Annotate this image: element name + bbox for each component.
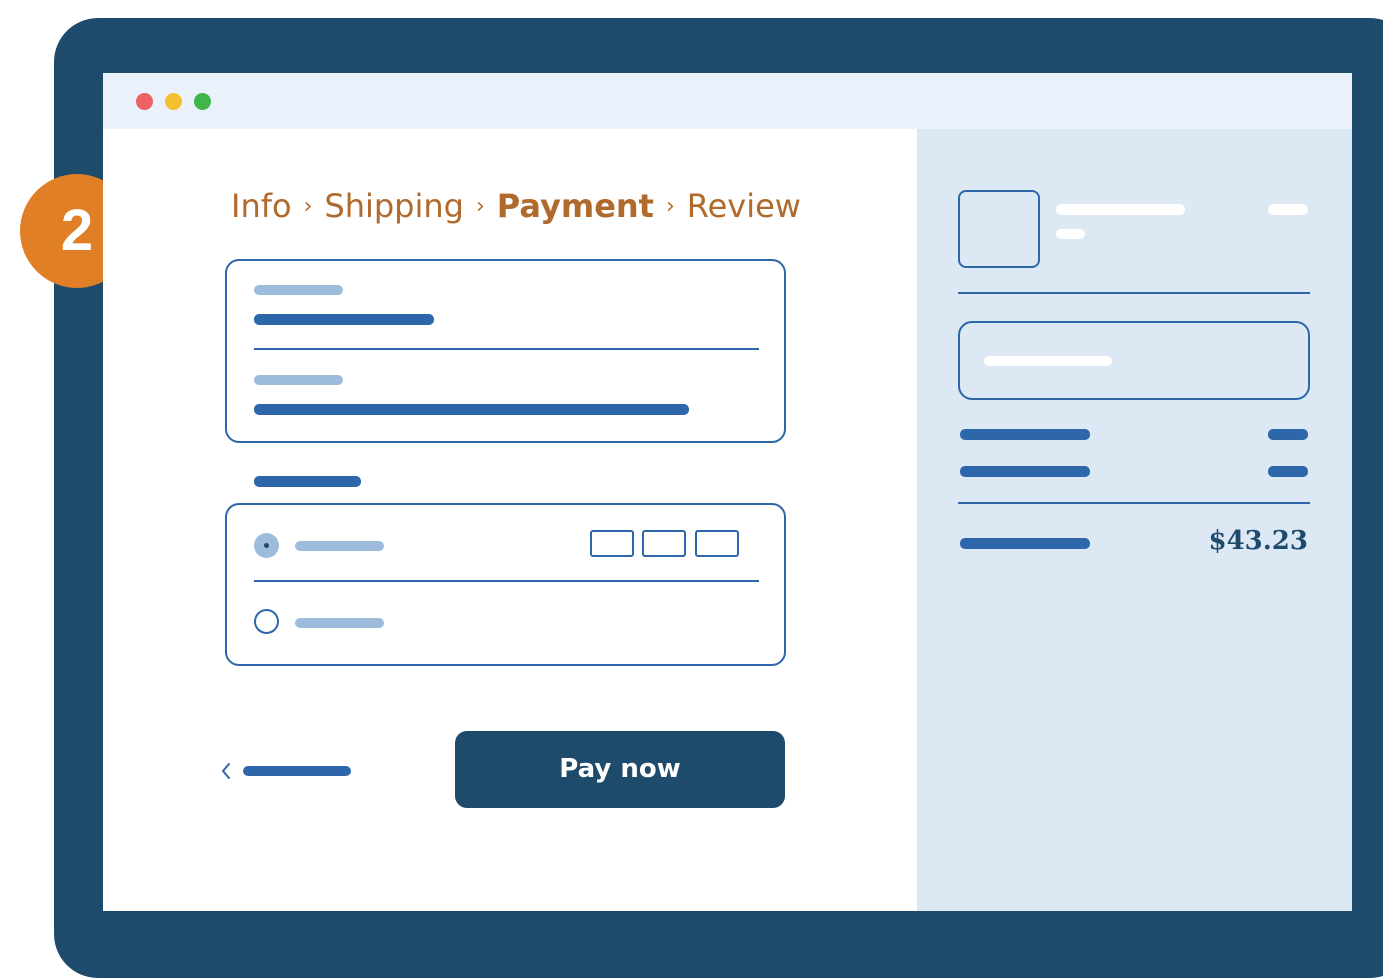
chevron-left-icon xyxy=(221,763,230,779)
card-brand-icon xyxy=(642,530,686,557)
contact-value-placeholder xyxy=(254,314,434,325)
breadcrumb-separator-icon: › xyxy=(303,193,313,219)
radio-card-selected[interactable] xyxy=(254,533,279,558)
subtotal-label-placeholder xyxy=(960,429,1090,440)
breadcrumb-separator-icon: › xyxy=(665,193,675,219)
pay-now-button[interactable]: Pay now xyxy=(455,731,785,808)
minimize-window-dot[interactable] xyxy=(165,93,182,110)
breadcrumb-review[interactable]: Review xyxy=(687,187,801,225)
payment-divider xyxy=(254,580,759,582)
breadcrumb-separator-icon: › xyxy=(475,193,485,219)
subtotal-value-placeholder xyxy=(1268,429,1308,440)
product-name-placeholder xyxy=(1056,204,1185,215)
breadcrumb-info[interactable]: Info xyxy=(231,187,292,225)
ship-to-value-placeholder xyxy=(254,404,689,415)
shipping-value-placeholder xyxy=(1268,466,1308,477)
product-qty-placeholder xyxy=(1056,229,1085,239)
product-price-placeholder xyxy=(1268,204,1308,215)
close-window-dot[interactable] xyxy=(136,93,153,110)
payment-heading-placeholder xyxy=(254,476,361,487)
summary-divider xyxy=(958,292,1310,294)
breadcrumb-shipping[interactable]: Shipping xyxy=(324,187,464,225)
card-brand-icon xyxy=(590,530,634,557)
payment-option-card-label xyxy=(295,541,384,551)
shipping-label-placeholder xyxy=(960,466,1090,477)
card-brand-icon xyxy=(695,530,739,557)
discount-placeholder xyxy=(984,356,1112,366)
card-divider xyxy=(254,348,759,350)
total-label-placeholder xyxy=(960,538,1090,549)
back-link-label-placeholder xyxy=(243,766,351,776)
totals-divider xyxy=(958,502,1310,504)
product-thumbnail xyxy=(958,190,1040,268)
maximize-window-dot[interactable] xyxy=(194,93,211,110)
breadcrumb: Info › Shipping › Payment › Review xyxy=(231,184,801,228)
order-total: $43.23 xyxy=(1208,526,1308,556)
payment-option-alt-label xyxy=(295,618,384,628)
contact-label-placeholder xyxy=(254,285,343,295)
payment-methods-card xyxy=(225,503,786,666)
breadcrumb-payment: Payment xyxy=(496,187,654,225)
radio-alt-method[interactable] xyxy=(254,609,279,634)
ship-to-label-placeholder xyxy=(254,375,343,385)
window-titlebar xyxy=(103,73,1352,129)
discount-code-input[interactable] xyxy=(958,321,1310,400)
